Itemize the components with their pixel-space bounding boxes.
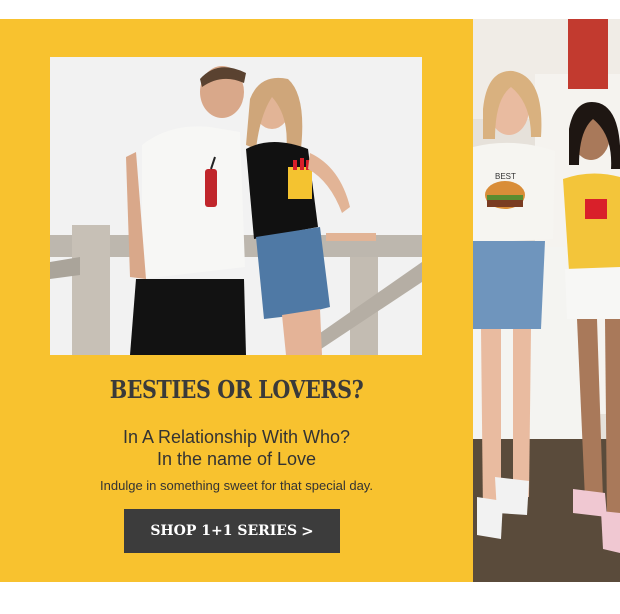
friends-photo[interactable]: BEST	[473, 19, 620, 582]
subheading-line-2: In the name of Love	[156, 449, 317, 469]
subheading-line-1: In A Relationship With Who?	[122, 427, 351, 447]
shop-series-button-label: SHOP 1+1 SERIES	[150, 523, 298, 539]
shop-series-button[interactable]: SHOP 1+1 SERIES >	[124, 509, 340, 553]
description: Indulge in something sweet for that spec…	[100, 478, 373, 493]
best-shirt-text: BEST	[495, 172, 516, 181]
promo-banner: BESTIES OR LOVERS? In A Relationship Wit…	[0, 19, 620, 582]
chevron-right-icon: >	[301, 522, 314, 540]
promo-left-panel: BESTIES OR LOVERS? In A Relationship Wit…	[0, 19, 473, 582]
couple-photo[interactable]	[50, 57, 422, 355]
headline: BESTIES OR LOVERS?	[109, 375, 364, 404]
